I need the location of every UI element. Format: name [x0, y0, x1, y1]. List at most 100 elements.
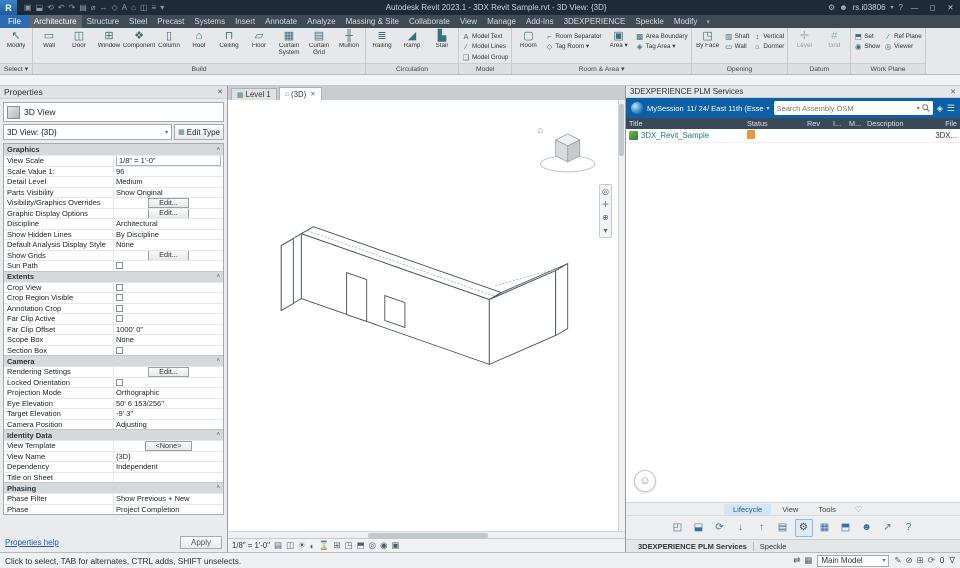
- checkbox-section-box[interactable]: [116, 346, 123, 354]
- background-processes-icon[interactable]: ⟳: [928, 555, 935, 566]
- column-header-title[interactable]: Title: [626, 119, 744, 128]
- instance-select[interactable]: 3D View: {3D} ▾: [3, 124, 173, 140]
- button-wall[interactable]: ▭ Wall: [34, 29, 64, 50]
- navigation-wheel-icon[interactable]: ◎: [602, 187, 609, 196]
- column-header-rev[interactable]: Rev: [804, 119, 830, 128]
- plm-tab-lifecycle[interactable]: Lifecycle: [724, 503, 772, 515]
- button-shaft[interactable]: ▥ Shaft: [723, 31, 752, 42]
- plm-tab-view[interactable]: View: [773, 504, 807, 515]
- drawing-area[interactable]: ⌂ ◎ ✛ ⊕ ▾: [228, 100, 625, 531]
- button-door[interactable]: ◫ Door: [64, 29, 94, 50]
- column-header-description[interactable]: Description: [864, 119, 916, 128]
- open-in-session-icon[interactable]: ◰: [669, 519, 687, 537]
- checkbox-far-clip-active[interactable]: [116, 315, 123, 323]
- button-graphic-display-options[interactable]: Edit...: [148, 208, 189, 218]
- sun-path-icon[interactable]: ☀: [298, 540, 306, 551]
- button-model-text[interactable]: A Model Text: [460, 31, 510, 42]
- button-floor[interactable]: ▱ Floor: [244, 29, 274, 50]
- ribbon-tab-steel[interactable]: Steel: [124, 15, 152, 28]
- close-plm-icon[interactable]: ✕: [950, 88, 956, 96]
- view-scale-control[interactable]: 1/8" = 1'-0": [232, 541, 270, 550]
- button-show-grids[interactable]: Edit...: [148, 250, 189, 260]
- horizontal-scrollbar[interactable]: [228, 531, 625, 538]
- visual-style-icon[interactable]: ◫: [286, 540, 294, 551]
- user-menu-chevron-icon[interactable]: ▾: [891, 4, 894, 11]
- button-tag-area[interactable]: ◈ Tag Area ▾: [634, 42, 690, 53]
- aligned-dimension-icon[interactable]: ↔: [100, 0, 108, 15]
- close-button[interactable]: ✕: [944, 3, 957, 12]
- panel-label-work-plane[interactable]: Work Plane: [851, 63, 925, 74]
- close-properties-icon[interactable]: ✕: [217, 88, 223, 96]
- checkbox-crop-view[interactable]: [116, 283, 123, 291]
- ribbon-tab-precast[interactable]: Precast: [152, 15, 189, 28]
- checkbox-locked-orientation[interactable]: [116, 378, 123, 386]
- table-row-3dx-revit-sample[interactable]: 3DX_Revit_Sample 3DX...: [626, 129, 960, 143]
- checkbox-crop-region-visible[interactable]: [116, 294, 123, 302]
- pan-icon[interactable]: ✛: [602, 200, 609, 209]
- gear-icon[interactable]: ⚙: [828, 3, 835, 12]
- help-icon[interactable]: ?: [900, 519, 918, 537]
- column-header-file[interactable]: File: [916, 119, 960, 128]
- hide-isolate-icon[interactable]: ◎: [369, 540, 376, 551]
- panel-tab-speckle[interactable]: Speckle: [752, 541, 793, 551]
- button-curtain-grid[interactable]: ▤ Curtain Grid: [304, 29, 334, 57]
- plm-tab-tools[interactable]: Tools: [809, 504, 845, 515]
- ribbon-collapse-icon[interactable]: ▾: [702, 15, 714, 28]
- panel-label-build[interactable]: Build: [33, 63, 365, 74]
- table-view-icon[interactable]: ▦: [816, 519, 834, 537]
- open-file-icon[interactable]: ▣: [24, 0, 32, 15]
- press-drag-icon[interactable]: ⊞: [917, 555, 924, 566]
- property-group-camera[interactable]: Camera ˄: [4, 355, 223, 366]
- button-mullion[interactable]: ╫ Mullion: [334, 29, 364, 50]
- render-icon[interactable]: ⌛: [319, 540, 330, 551]
- button-stair[interactable]: ▙ Stair: [427, 29, 457, 50]
- column-header-i[interactable]: I...: [830, 119, 846, 128]
- ribbon-tab-structure[interactable]: Structure: [82, 15, 124, 28]
- export-icon[interactable]: ↑: [753, 519, 771, 537]
- column-header-m[interactable]: M...: [846, 119, 864, 128]
- sync-icon[interactable]: ⟲: [47, 0, 54, 15]
- search-icon[interactable]: [922, 104, 930, 112]
- button-area-boundary[interactable]: ▩ Area Boundary: [634, 31, 690, 42]
- collapse-icon[interactable]: ˄: [216, 147, 220, 153]
- zoom-icon[interactable]: ⊕: [602, 213, 609, 222]
- save-to-3dx-icon[interactable]: ⬓: [690, 519, 708, 537]
- property-group-extents[interactable]: Extents ˄: [4, 270, 223, 282]
- checkbox-sun-path[interactable]: [116, 262, 123, 270]
- ribbon-tab-add-ins[interactable]: Add-Ins: [521, 15, 559, 28]
- ribbon-tab-view[interactable]: View: [455, 15, 482, 28]
- edit-type-button[interactable]: ▦ Edit Type: [174, 124, 224, 140]
- button-component[interactable]: ❖ Component: [123, 29, 156, 50]
- panel-tab-3dexperience-plm-services[interactable]: 3DEXPERIENCE PLM Services: [632, 542, 753, 551]
- revit-logo[interactable]: R: [0, 0, 17, 15]
- share-icon[interactable]: ↗: [879, 519, 897, 537]
- refresh-icon[interactable]: ⟳: [711, 519, 729, 537]
- button-ceiling[interactable]: ⊓ Ceiling: [214, 29, 244, 50]
- customize-qat-icon[interactable]: ▾: [160, 0, 164, 15]
- default-3d-view-icon[interactable]: ⌂: [131, 0, 136, 15]
- button-vertical[interactable]: ↕ Vertical: [751, 31, 786, 42]
- filter-icon[interactable]: ∇: [949, 555, 955, 566]
- button-roof[interactable]: ⌂ Roof: [184, 29, 214, 50]
- panel-label-opening[interactable]: Opening: [691, 63, 788, 74]
- checkbox-annotation-crop[interactable]: [116, 304, 123, 312]
- panel-label-datum[interactable]: Datum: [788, 63, 851, 74]
- property-group-phasing[interactable]: Phasing ˄: [4, 482, 223, 493]
- button-column[interactable]: ▯ Column: [154, 29, 184, 50]
- ribbon-tab-insert[interactable]: Insert: [230, 15, 260, 28]
- crop-view-icon[interactable]: ⊞: [333, 540, 340, 551]
- button-view-template[interactable]: <None>: [144, 441, 193, 451]
- hamburger-menu-icon[interactable]: ☰: [947, 103, 955, 114]
- view-cube[interactable]: ⌂: [538, 125, 596, 173]
- view-tab-3d[interactable]: ⌂ (3D) ✕: [278, 87, 322, 100]
- button-show[interactable]: ◉ Show: [852, 42, 882, 53]
- button-wall[interactable]: ▭ Wall: [723, 42, 752, 53]
- exclude-options-icon[interactable]: ⊘: [905, 555, 912, 566]
- ribbon-tab-manage[interactable]: Manage: [482, 15, 521, 28]
- ribbon-tab-annotate[interactable]: Annotate: [260, 15, 302, 28]
- button-model-group[interactable]: ❏ Model Group: [460, 52, 510, 63]
- ribbon-tab-systems[interactable]: Systems: [189, 15, 230, 28]
- properties-header[interactable]: Properties ✕: [0, 86, 227, 99]
- assistant-button[interactable]: ☺: [634, 470, 656, 492]
- user-name[interactable]: rs.i03806: [853, 3, 886, 12]
